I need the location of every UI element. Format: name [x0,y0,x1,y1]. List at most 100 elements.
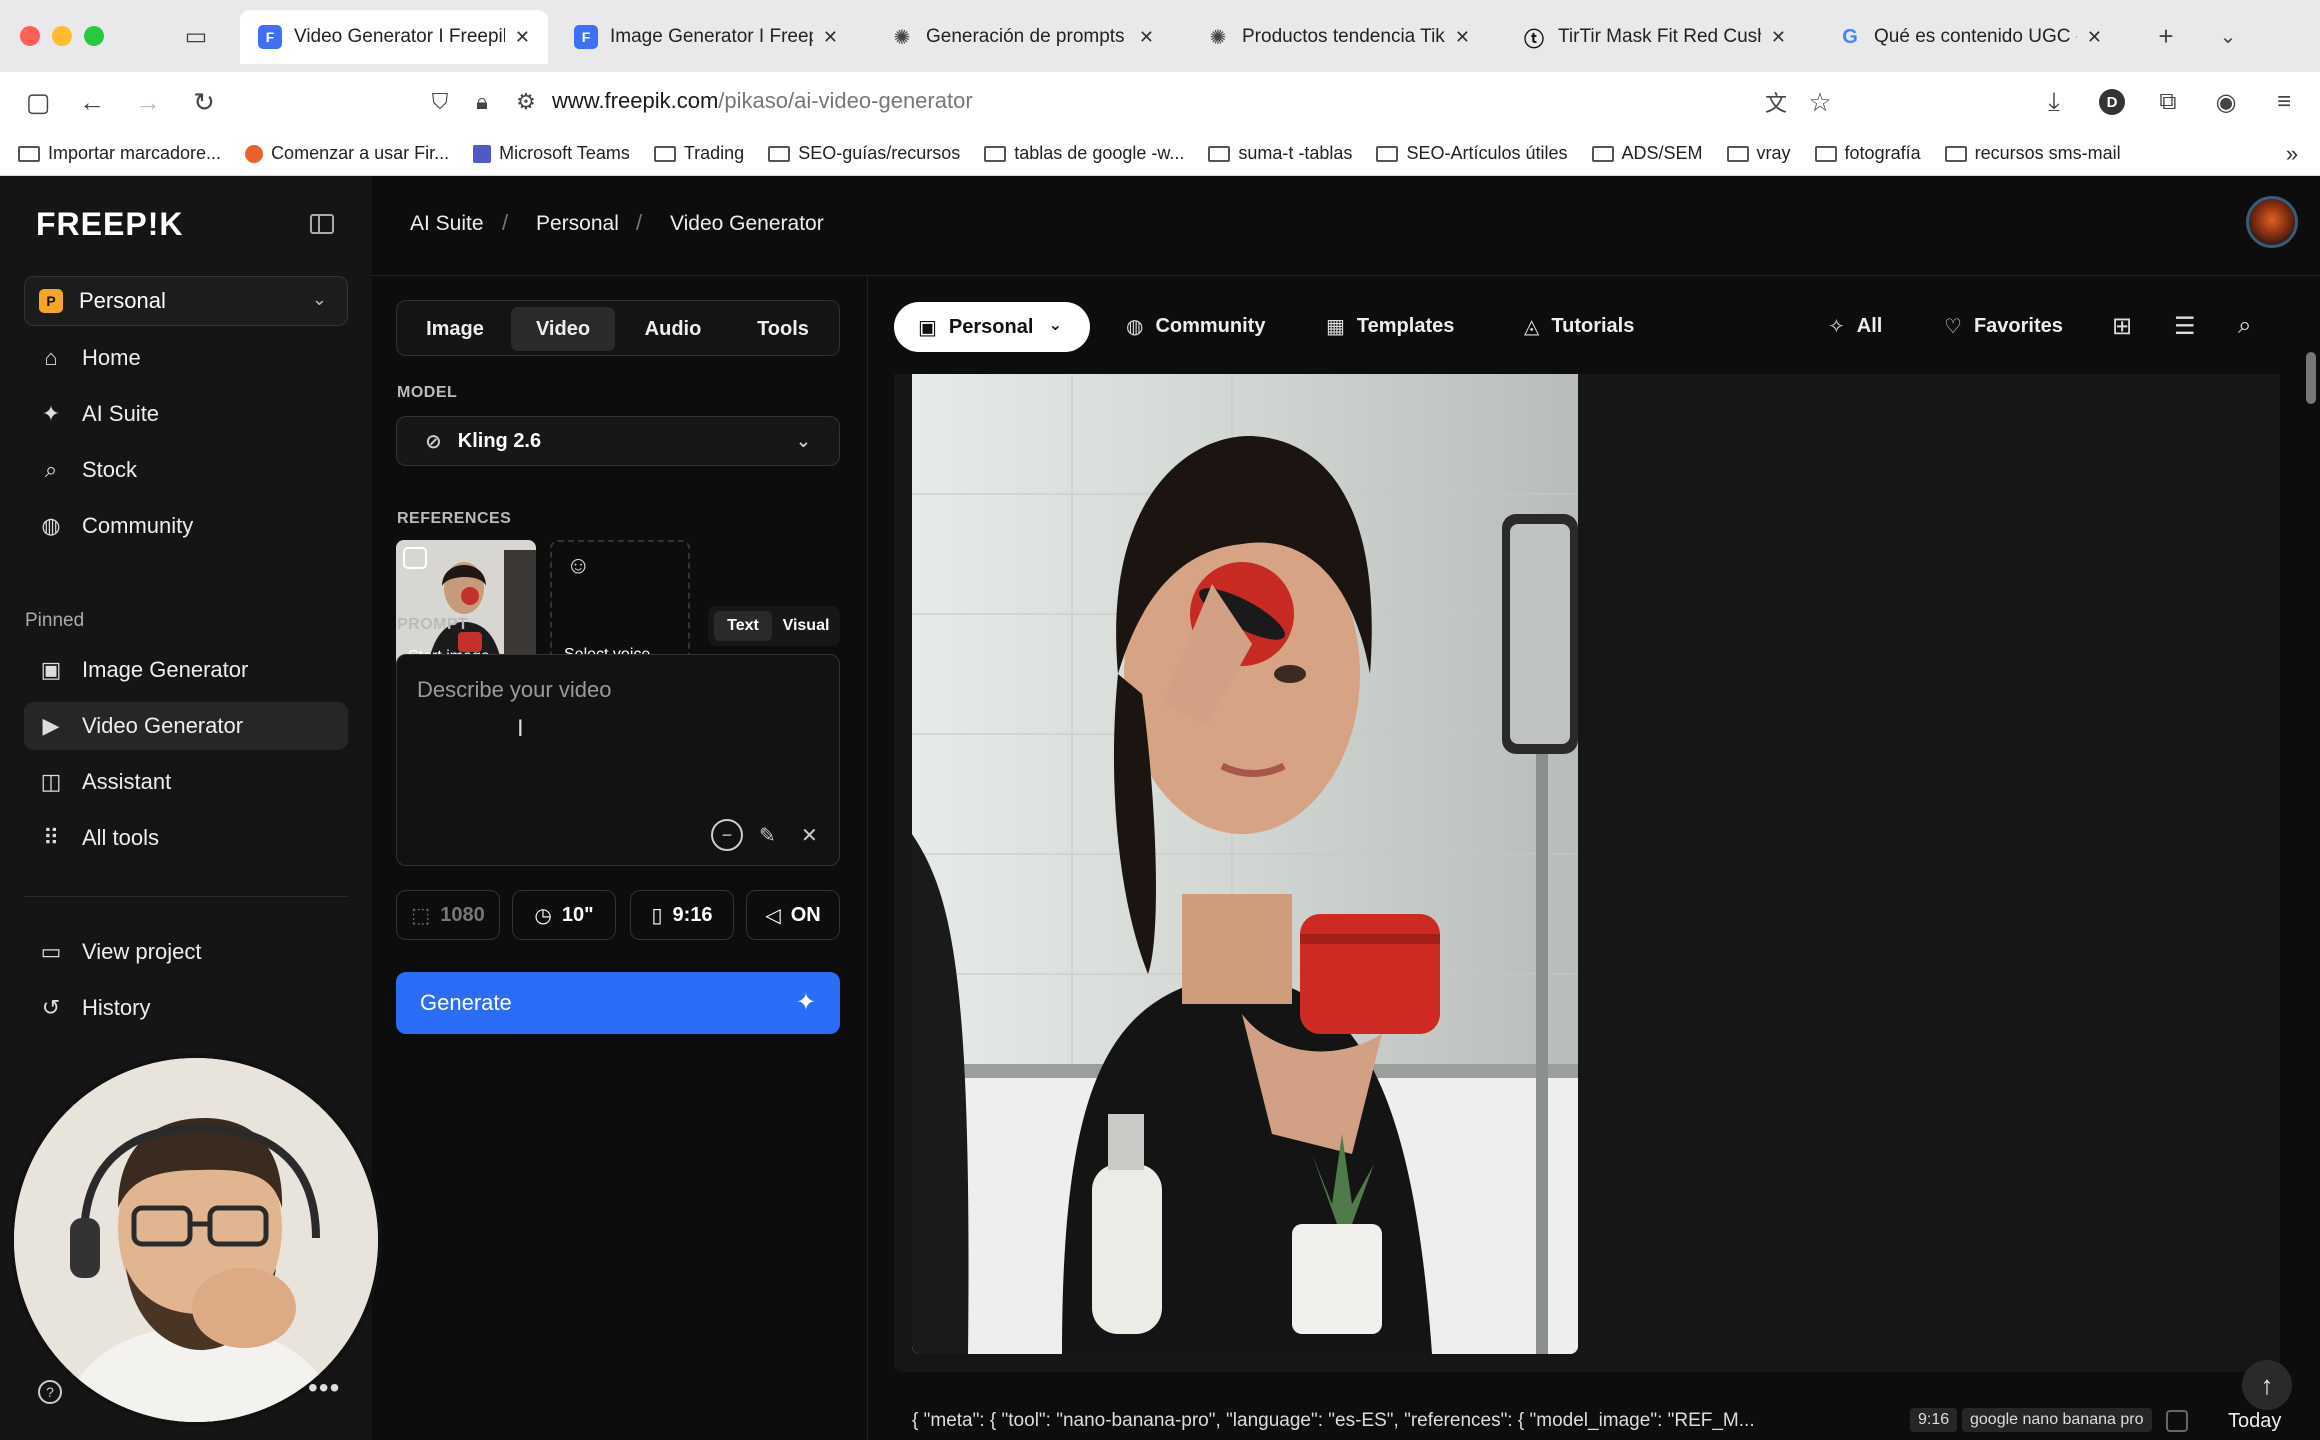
prompt-enhance-icon[interactable]: ✎ [759,823,776,848]
shield-icon[interactable]: ⛉ [420,82,460,122]
breadcrumb-separator: / [636,210,643,235]
gallery-tab-templates[interactable]: ▦ Templates [1326,314,1454,339]
freepik-logo[interactable]: FREEP!K [36,206,183,243]
sidebar-item-video-generator[interactable]: ▶ Video Generator [24,702,348,750]
minus-icon[interactable]: − [711,819,743,851]
bookmark-star-icon[interactable]: ☆ [1800,82,1840,122]
new-tab-icon[interactable]: + [2146,16,2186,56]
maximize-window-button[interactable] [84,26,104,46]
gallery-scrollbar[interactable] [2306,352,2316,404]
sidebar-item-home[interactable]: ⌂ Home [24,334,348,382]
prompt-textarea[interactable]: Describe your video I − ✎ ✕ [396,654,840,866]
user-avatar[interactable] [2246,196,2298,248]
prompt-mode-visual[interactable]: Visual [776,611,836,641]
bookmark-label: Importar marcadore... [48,143,222,163]
browser-tab[interactable]: G Qué es contenido UGC - Buscar ✕ [1820,10,2120,64]
tab-close-icon[interactable]: ✕ [1455,27,1470,48]
menu-icon[interactable]: ≡ [2264,82,2304,122]
scroll-to-top-button[interactable]: ↑ [2242,1360,2292,1410]
tab-close-icon[interactable]: ✕ [515,27,530,48]
bookmarks-overflow-icon[interactable]: » [2272,132,2312,176]
mode-video-tab[interactable]: Video [511,307,615,351]
close-window-button[interactable] [20,26,40,46]
sidebar-item-view-project[interactable]: ▭ View project [24,928,348,976]
prompt-history-row[interactable]: { "meta": { "tool": "nano-banana-pro", "… [894,1402,2281,1440]
bookmark-item[interactable]: tablas de google -w... [984,143,1184,164]
permissions-icon[interactable]: ⚙ [506,82,546,122]
model-select[interactable]: ⊘ Kling 2.6 ⌄ [396,416,840,466]
breadcrumb-ai-suite[interactable]: AI Suite [410,212,484,236]
translate-icon[interactable]: 文 [1756,82,1796,122]
breadcrumb-personal[interactable]: Personal [536,212,619,236]
gallery-tab-tutorials[interactable]: ◬ Tutorials [1524,314,1634,339]
extensions-icon[interactable]: ⧉ [2148,82,2188,122]
help-icon[interactable]: ? [38,1380,62,1404]
generated-image-card[interactable] [912,374,1578,1354]
forward-arrow-icon[interactable]: → [128,82,168,122]
bookmark-item[interactable]: SEO-Artículos útiles [1376,143,1568,164]
download-icon[interactable]: ⤓ [2034,82,2074,122]
sidebar-item-image-generator[interactable]: ▣ Image Generator [24,646,348,694]
search-icon[interactable]: ⌕ [2238,312,2251,340]
lock-icon[interactable]: 🔒︎ [462,82,502,122]
browser-tab[interactable]: F Image Generator I Freepik AI ✕ [556,10,856,64]
tab-list-chevron-icon[interactable]: ⌄ [2208,16,2248,56]
browser-tab[interactable]: ⓣ TirTir Mask Fit Red Cushion ✕ [1504,10,1804,64]
bookmark-item[interactable]: Comenzar a usar Fir... [245,143,449,164]
mode-image-tab[interactable]: Image [403,307,507,351]
tab-close-icon[interactable]: ✕ [1139,27,1154,48]
workspace-selector[interactable]: P Personal ⌄ [24,276,348,326]
bookmark-item[interactable]: SEO-guías/recursos [768,143,960,164]
mode-audio-tab[interactable]: Audio [621,307,725,351]
sidebar-toggle-icon[interactable]: ▢ [18,82,58,122]
back-arrow-icon[interactable]: ← [72,82,112,122]
prompt-mode-text[interactable]: Text [714,611,772,641]
filter-settings-icon[interactable]: ☰ [2174,312,2196,341]
sidebar-item-all-tools[interactable]: ⠿ All tools [24,814,348,862]
reload-icon[interactable]: ↻ [184,82,224,122]
browser-tab[interactable]: ✺ Generación de prompts JSON ✕ [872,10,1172,64]
bookmark-item[interactable]: fotografía [1814,143,1921,164]
tab-close-icon[interactable]: ✕ [823,27,838,48]
sidebar-item-community[interactable]: ◍ Community [24,502,348,550]
bookmark-item[interactable]: Trading [653,143,744,164]
tab-title: Generación de prompts JSON [926,26,1129,47]
gallery-grid [894,374,2280,1372]
clear-prompt-icon[interactable]: ✕ [801,823,818,848]
mode-tools-tab[interactable]: Tools [731,307,835,351]
bookmark-item[interactable]: vray [1726,143,1791,164]
tab-close-icon[interactable]: ✕ [2087,27,2102,48]
bookmark-item[interactable]: suma-t -tablas [1208,143,1352,164]
all-filter-button[interactable]: ✧ All [1828,314,1882,339]
minimize-window-button[interactable] [52,26,72,46]
tab-overview-icon[interactable]: ▭ [176,16,216,56]
setting-chip-clock[interactable]: ◷ 10" [512,890,616,940]
sidebar-item-stock[interactable]: ⌕ Stock [24,446,348,494]
setting-chip-aspect-ratio[interactable]: ▯ 9:16 [630,890,734,940]
model-label: MODEL [397,384,458,401]
bookmark-item[interactable]: Microsoft Teams [473,143,630,164]
more-options-icon[interactable]: ••• [308,1372,340,1404]
sidebar-item-assistant[interactable]: ◫ Assistant [24,758,348,806]
setting-chip-resolution[interactable]: ⬚ 1080 [396,890,500,940]
browser-tab[interactable]: ✺ Productos tendencia TikTok ✕ [1188,10,1488,64]
grid-view-icon[interactable]: ⊞ [2112,312,2132,341]
profile-icon[interactable]: D [2092,82,2132,122]
tab-close-icon[interactable]: ✕ [1771,27,1786,48]
bookmark-item[interactable]: Importar marcadore... [18,143,221,164]
select-checkbox[interactable] [2166,1410,2188,1432]
url-bar[interactable]: www.freepik.com/pikaso/ai-video-generato… [552,88,973,114]
bookmark-item[interactable]: ADS/SEM [1591,143,1703,164]
gallery-tab-community[interactable]: ◍ Community [1126,314,1265,339]
collapse-sidebar-icon[interactable] [310,214,334,234]
setting-chip-speaker[interactable]: ◁ ON [746,890,840,940]
sidebar-item-ai-suite[interactable]: ✦ AI Suite [24,390,348,438]
sidebar-item-history[interactable]: ↺ History [24,984,348,1032]
extension-badge-icon[interactable]: ◉ [2206,82,2246,122]
bookmark-item[interactable]: recursos sms-mail [1944,143,2121,164]
generate-button[interactable]: Generate ✦ [396,972,840,1034]
browser-tab[interactable]: F Video Generator I Freepik AI ✕ [240,10,548,64]
sidebar-item-label: History [82,995,151,1020]
personal-filter-button[interactable]: ▣ Personal ⌄ [894,302,1090,352]
favorites-button[interactable]: ♡ Favorites [1944,314,2063,339]
